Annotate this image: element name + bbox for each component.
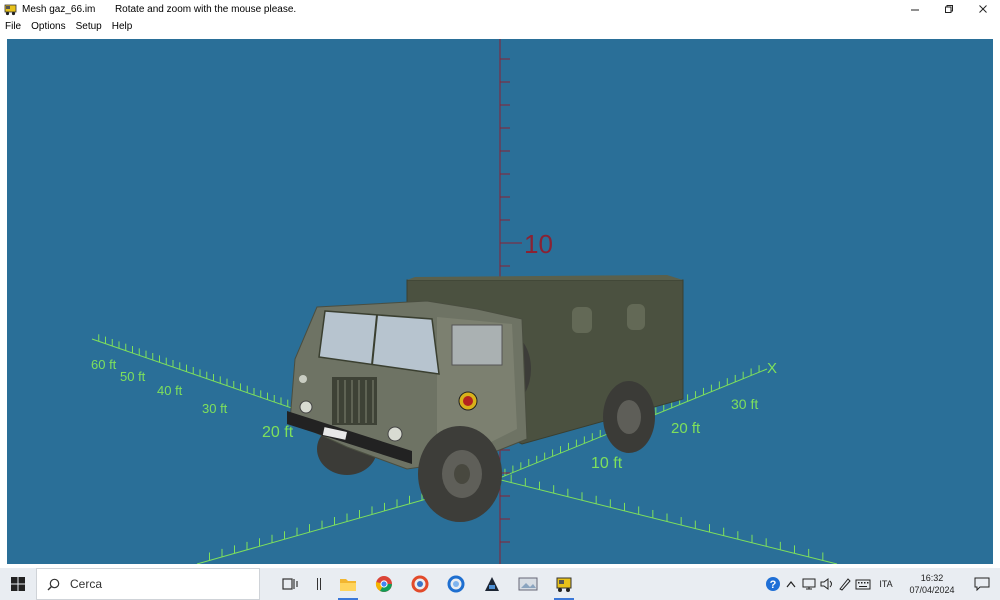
menu-bar: File Options Setup Help	[0, 18, 1000, 34]
network-button[interactable]	[800, 568, 818, 600]
rear-hub-right	[617, 400, 641, 434]
3d-viewport[interactable]: 10 60 ft 50 ft 40 ft 30 ft 20 ft 10 ft 2…	[7, 39, 993, 564]
restore-button[interactable]	[932, 0, 966, 18]
svg-text:?: ?	[770, 579, 777, 591]
scene-canvas: 10 60 ft 50 ft 40 ft 30 ft 20 ft 10 ft 2…	[91, 39, 838, 564]
tick-label-right-3: 30 ft	[731, 396, 758, 412]
tick-label-left-1: 60 ft	[91, 357, 117, 372]
chevron-up-icon	[786, 581, 796, 588]
pen-button[interactable]	[836, 568, 854, 600]
language-indicator[interactable]: ITA	[872, 568, 900, 600]
file-explorer-button[interactable]	[330, 568, 366, 600]
window-title-filename: Mesh gaz_66.im	[22, 3, 96, 15]
keyboard-icon	[855, 579, 871, 589]
help-tray-button[interactable]: ?	[764, 568, 782, 600]
tick-label-left-2: 50 ft	[120, 369, 146, 384]
cargo-window-2	[627, 304, 645, 330]
headlight-right	[387, 426, 403, 442]
separator-icon	[317, 578, 321, 590]
close-icon	[979, 5, 987, 13]
taskbar-search-box[interactable]: Cerca	[36, 568, 260, 600]
title-bar: Mesh gaz_66.im Rotate and zoom with the …	[0, 0, 1000, 18]
app-ring-icon	[447, 575, 465, 593]
app-image-icon	[518, 577, 538, 591]
help-icon: ?	[766, 577, 780, 591]
pen-icon	[839, 578, 851, 591]
clock[interactable]: 16:32 07/04/2024	[900, 572, 964, 596]
system-tray: ? ITA 16:32 07/04/2024	[764, 568, 1000, 600]
window-title-hint: Rotate and zoom with the mouse please.	[114, 3, 297, 15]
start-button[interactable]	[0, 568, 36, 600]
minimize-icon	[911, 9, 919, 11]
menu-options[interactable]: Options	[26, 21, 70, 32]
taskbar-apps	[272, 568, 582, 600]
close-button[interactable]	[966, 0, 1000, 18]
chrome-button[interactable]	[366, 568, 402, 600]
window-title: Mesh gaz_66.im Rotate and zoom with the …	[22, 4, 296, 15]
task-view-button[interactable]	[272, 568, 308, 600]
restore-icon	[945, 5, 953, 13]
truck-app-icon	[556, 577, 572, 592]
headlight-left	[299, 400, 313, 414]
show-hidden-icons-button[interactable]	[782, 568, 800, 600]
axis-x-label: X	[767, 360, 777, 377]
tick-label-left-5: 20 ft	[262, 424, 294, 441]
folder-icon	[340, 579, 356, 591]
notifications-button[interactable]	[964, 577, 1000, 591]
clock-time: 16:32	[920, 573, 944, 583]
taskbar: Cerca ? ITA 16:32 07/04/2024	[0, 568, 1000, 600]
speaker-icon	[820, 578, 832, 590]
menu-file[interactable]: File	[0, 21, 26, 32]
menu-setup[interactable]: Setup	[71, 21, 107, 32]
search-placeholder: Cerca	[70, 577, 103, 591]
vertical-axis-label: 10	[524, 229, 553, 259]
minimize-button[interactable]	[898, 0, 932, 18]
cargo-window-1	[572, 307, 592, 333]
menu-help[interactable]: Help	[107, 21, 138, 32]
app-truck-icon	[4, 3, 17, 16]
app-image-button[interactable]	[510, 568, 546, 600]
windows-logo-icon	[11, 577, 25, 591]
search-icon	[47, 578, 60, 590]
tick-label-left-3: 40 ft	[157, 383, 183, 398]
task-view-icon	[282, 578, 298, 590]
app-dark-button[interactable]	[474, 568, 510, 600]
taskbar-separator	[308, 568, 330, 600]
mesh-viewer-button[interactable]	[546, 568, 582, 600]
grid-ticks-front-right	[510, 474, 824, 561]
tick-label-right-1: 10 ft	[591, 455, 623, 472]
app-red-button[interactable]	[402, 568, 438, 600]
app-swirl-icon	[411, 575, 429, 593]
door-emblem-center	[463, 396, 473, 406]
cab-side-window	[451, 324, 503, 366]
app-dark-icon	[485, 577, 499, 591]
keyboard-button[interactable]	[854, 568, 872, 600]
clock-date: 07/04/2024	[909, 585, 955, 595]
app-blue-circle-button[interactable]	[438, 568, 474, 600]
marker-light-left	[299, 375, 307, 383]
network-icon	[802, 578, 816, 590]
volume-button[interactable]	[818, 568, 836, 600]
cargo-box-top	[407, 275, 683, 280]
notification-icon	[974, 577, 990, 591]
tick-label-left-4: 30 ft	[202, 401, 228, 416]
truck-model	[287, 275, 684, 522]
chrome-icon	[375, 576, 392, 592]
front-hub-center	[454, 464, 470, 484]
window-controls	[898, 0, 1000, 18]
tick-label-right-2: 20 ft	[671, 420, 701, 437]
